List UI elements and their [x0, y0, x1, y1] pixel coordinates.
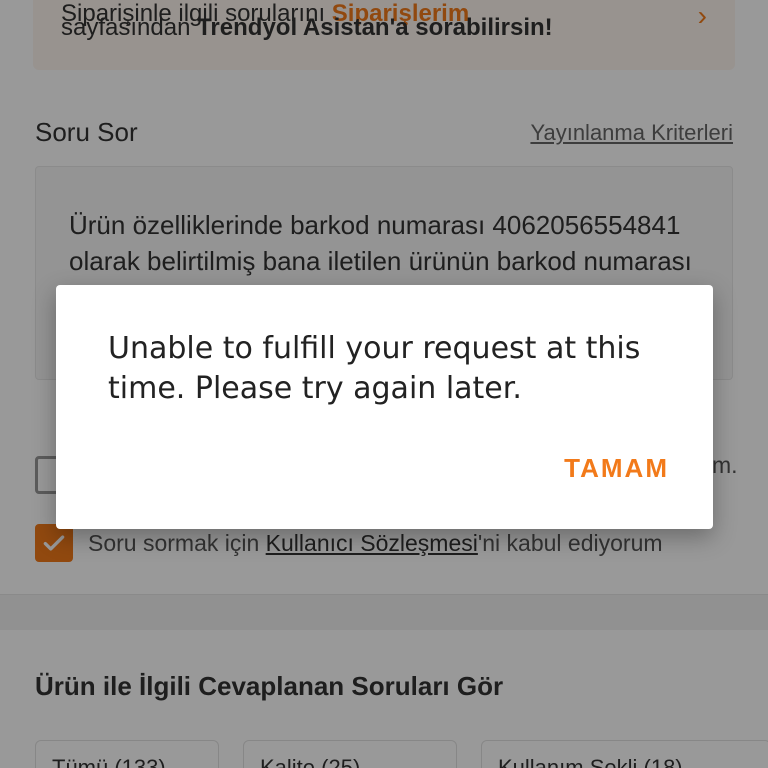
error-dialog: Unable to fulfill your request at this t… [56, 285, 713, 529]
ok-button[interactable]: TAMAM [564, 453, 669, 484]
dialog-message: Unable to fulfill your request at this t… [108, 331, 641, 406]
